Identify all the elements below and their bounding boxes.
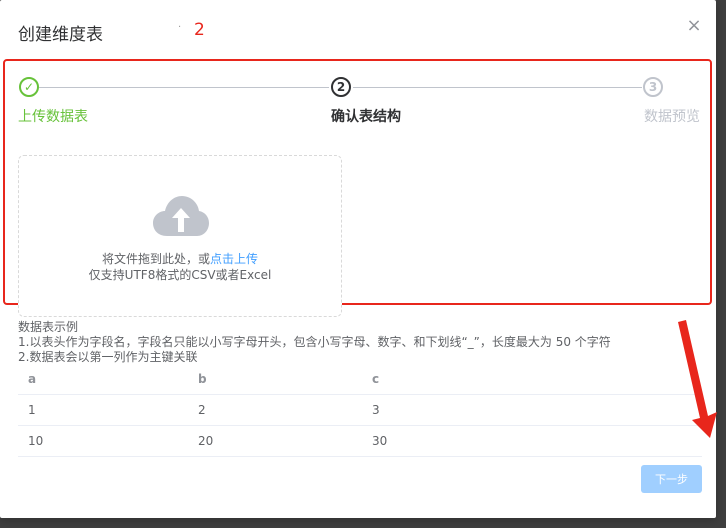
example-rule-1: 1.以表头作为字段名，字段名只能以小写字母开头，包含小写字母、数字、和下划线“_… bbox=[18, 335, 611, 349]
table-cell: 1 bbox=[18, 394, 188, 426]
upload-instruction-prefix: 将文件拖到此处，或 bbox=[101, 252, 210, 266]
upload-format-hint: 仅支持UTF8格式的CSV或者Excel bbox=[88, 268, 272, 282]
upload-instruction: 将文件拖到此处，或点击上传 bbox=[19, 250, 341, 267]
dialog-title: 创建维度表 bbox=[18, 25, 103, 45]
next-step-button[interactable]: 下一步 bbox=[641, 465, 702, 493]
upload-dropzone[interactable]: 将文件拖到此处，或点击上传 仅支持UTF8格式的CSV或者Excel bbox=[18, 155, 342, 317]
table-cell: 10 bbox=[18, 425, 188, 457]
step-1-label: 上传数据表 bbox=[18, 109, 88, 125]
step-3-label: 数据预览 bbox=[644, 109, 700, 125]
annotation-number: 2 bbox=[194, 20, 205, 40]
create-dimension-table-dialog: 创建维度表 · 2 × ✓ 2 3 上传数据表 确认表结构 数据预览 将文件拖到… bbox=[0, 0, 716, 518]
example-rule-2: 2.数据表会以第一列作为主键关联 bbox=[18, 350, 198, 364]
step-3-number-icon: 3 bbox=[643, 77, 663, 97]
table-row: 1 2 3 bbox=[18, 394, 702, 426]
table-header-cell: c bbox=[362, 364, 702, 395]
annotation-arrow-icon bbox=[678, 320, 717, 438]
close-icon[interactable]: × bbox=[686, 16, 702, 36]
table-row: 10 20 30 bbox=[18, 425, 702, 457]
table-header-cell: b bbox=[188, 364, 362, 395]
table-cell: 2 bbox=[188, 394, 362, 426]
cloud-upload-icon bbox=[153, 196, 209, 236]
click-upload-link[interactable]: 点击上传 bbox=[210, 252, 258, 266]
table-cell: 30 bbox=[362, 425, 702, 457]
example-title: 数据表示例 bbox=[18, 320, 79, 334]
example-description: 数据表示例 1.以表头作为字段名，字段名只能以小写字母开头，包含小写字母、数字、… bbox=[18, 320, 611, 365]
step-2-label: 确认表结构 bbox=[331, 109, 401, 125]
step-2-number-icon: 2 bbox=[331, 77, 351, 97]
table-cell: 3 bbox=[362, 394, 702, 426]
step-connector-2 bbox=[353, 87, 642, 88]
annotation-dot: · bbox=[178, 22, 182, 33]
table-cell: 20 bbox=[188, 425, 362, 457]
table-header-row: a b c bbox=[18, 364, 702, 395]
step-1-check-icon: ✓ bbox=[19, 77, 39, 97]
step-connector-1 bbox=[39, 87, 329, 88]
table-header-cell: a bbox=[18, 364, 188, 395]
sample-table: a b c 1 2 3 10 20 30 bbox=[18, 364, 702, 457]
